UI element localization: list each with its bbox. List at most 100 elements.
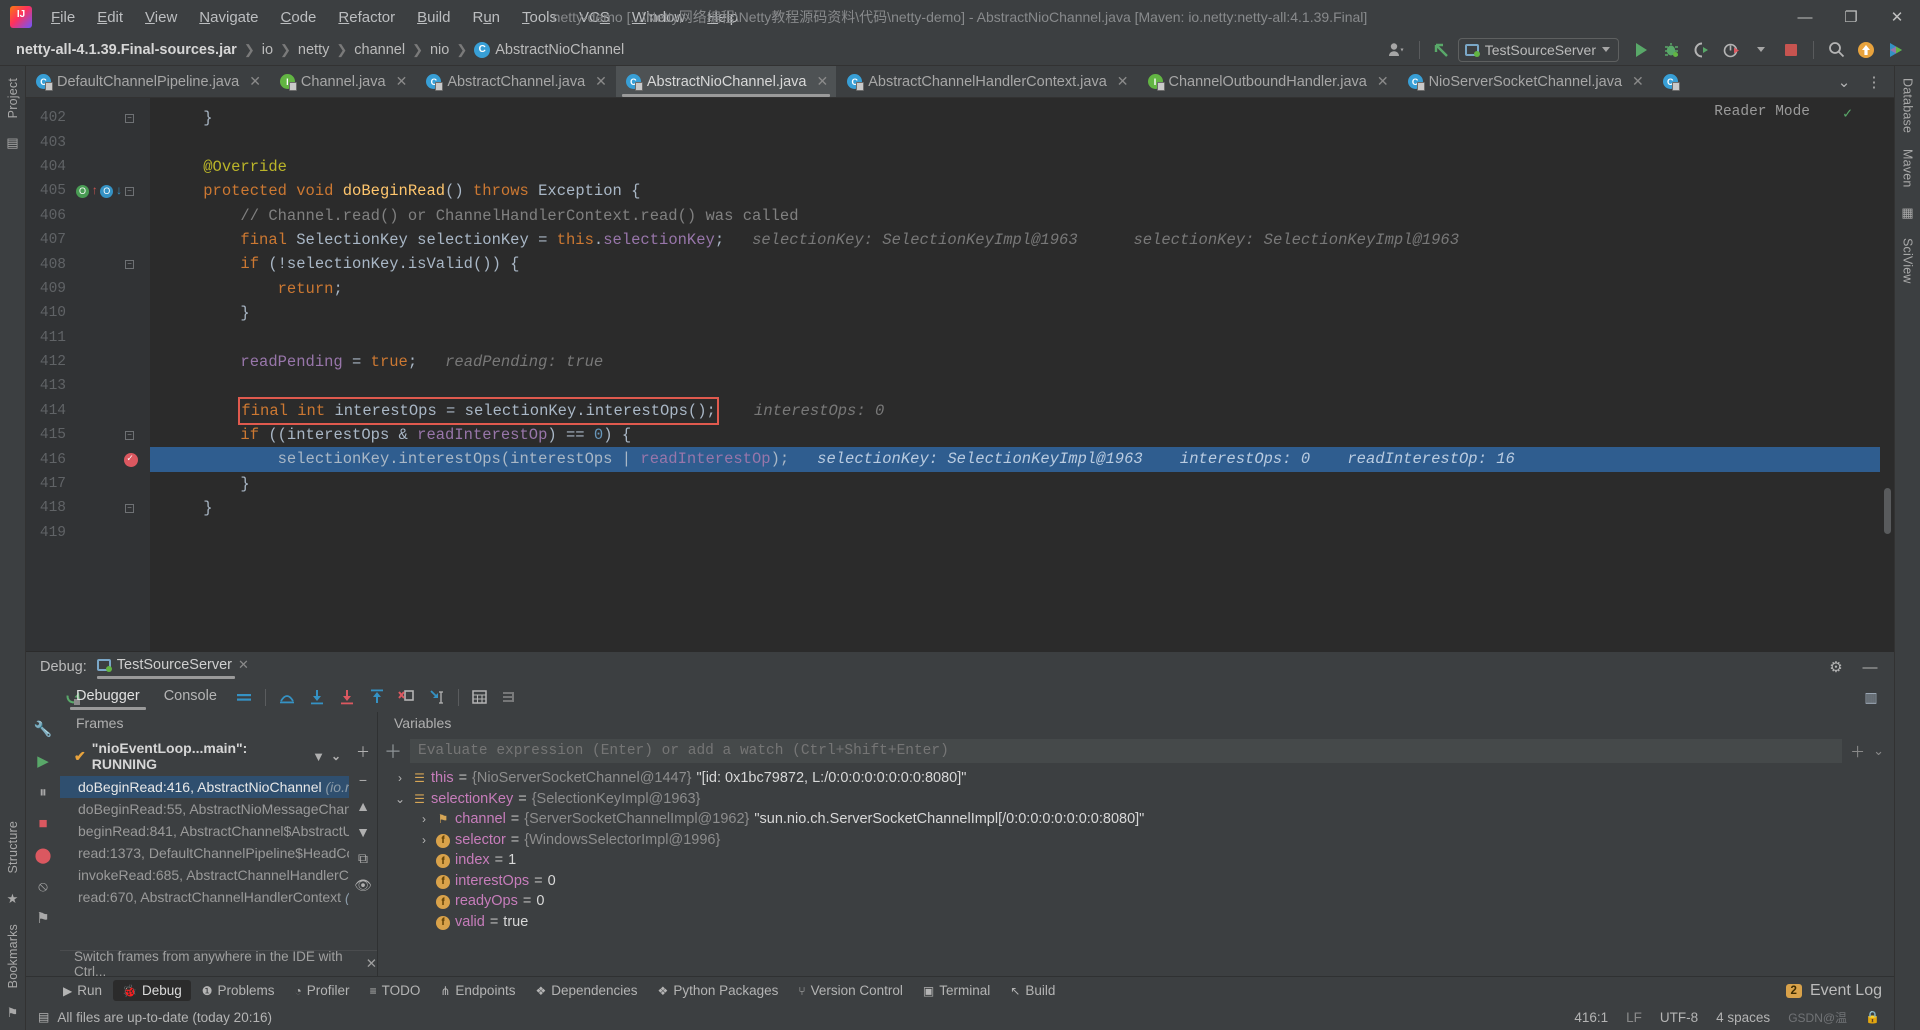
user-account-icon[interactable]	[1383, 37, 1411, 63]
variables-list[interactable]: › ☰ this = {NioServerSocketChannel@1447} "[id…	[378, 766, 1894, 976]
gutter-row[interactable]: 415 −	[26, 423, 150, 447]
breadcrumb-root[interactable]: netty-all-4.1.39.Final-sources.jar	[12, 40, 241, 60]
variable-row[interactable]: f interestOps = 0	[378, 871, 1894, 892]
code-line[interactable]: }	[150, 496, 1880, 520]
mute-breakpoints-icon[interactable]: ⦸	[38, 878, 48, 895]
chevron-down-icon[interactable]: ⌄	[331, 749, 341, 763]
editor-tab-nioserversocketchannel[interactable]: C NioServerSocketChannel.java ✕	[1398, 66, 1653, 97]
variable-row[interactable]: f readyOps = 0	[378, 891, 1894, 912]
frame-row[interactable]: read:1373, DefaultChannelPipeline$HeadCo…	[60, 842, 349, 864]
breadcrumb-item-io[interactable]: io	[258, 40, 277, 60]
editor-tab-abstractchannelhandlercontext[interactable]: C AbstractChannelHandlerContext.java ✕	[837, 66, 1138, 97]
event-log-button[interactable]: Event Log	[1810, 982, 1882, 1000]
evaluate-expression-icon[interactable]	[467, 685, 493, 709]
close-icon[interactable]: ✕	[396, 73, 408, 90]
updates-icon[interactable]	[1852, 37, 1880, 63]
gutter-row[interactable]: 406	[26, 204, 150, 228]
menu-help[interactable]: Help	[696, 5, 749, 30]
chevron-down-icon[interactable]: ⌄	[1873, 743, 1884, 759]
breadcrumb-item-class[interactable]: C AbstractNioChannel	[470, 40, 628, 60]
gutter-row[interactable]: 416 ✓	[26, 447, 150, 471]
code-fold-icon[interactable]: −	[125, 260, 134, 270]
attach-icon[interactable]: ⚑	[36, 909, 49, 927]
watch-icon[interactable]: 👁	[354, 877, 372, 894]
toolwindow-button-endpoints[interactable]: ⋔ Endpoints	[431, 980, 524, 1001]
gutter-row[interactable]: 410	[26, 301, 150, 325]
editor-tab-channel[interactable]: I Channel.java ✕	[270, 66, 417, 97]
close-icon[interactable]: ✕	[238, 657, 249, 673]
more-options-icon[interactable]: ⋮	[1860, 69, 1888, 95]
breakpoint-icon[interactable]: ✓	[124, 452, 138, 467]
frame-row[interactable]: doBeginRead:55, AbstractNioMessageChanne	[60, 798, 349, 820]
frame-row[interactable]: invokeRead:685, AbstractChannelHandlerCo…	[60, 864, 349, 886]
expand-arrow-icon[interactable]: ›	[417, 812, 431, 826]
code-line[interactable]	[150, 521, 1880, 545]
encoding[interactable]: UTF-8	[1660, 1010, 1698, 1025]
breadcrumb-item-nio[interactable]: nio	[426, 40, 453, 60]
toolwindow-button-terminal[interactable]: ▣ Terminal	[914, 980, 999, 1001]
menu-run[interactable]: Run	[461, 5, 511, 30]
debug-session-tab[interactable]: TestSourceServer ✕	[96, 657, 249, 679]
copy-icon[interactable]: ⧉	[358, 850, 368, 867]
pause-program-icon[interactable]: ⏸	[39, 784, 47, 801]
move-up-icon[interactable]: ▲	[356, 798, 370, 814]
implementing-method-icon[interactable]: O	[76, 184, 89, 198]
menu-code[interactable]: Code	[270, 5, 328, 30]
editor-tab-defaultchannelpipeline[interactable]: C DefaultChannelPipeline.java ✕	[26, 66, 270, 97]
gutter-row[interactable]: 402 −	[26, 106, 150, 130]
gutter-row[interactable]: 412	[26, 350, 150, 374]
code-line[interactable]: if ((interestOps & readInterestOp) == 0)…	[150, 423, 1880, 447]
gutter-row[interactable]: 404	[26, 155, 150, 179]
editor-scrollbar[interactable]	[1880, 98, 1894, 651]
frames-list[interactable]: ✔ "nioEventLoop...main": RUNNING ▼ ⌄ doBegin…	[60, 736, 349, 950]
code-editor[interactable]: 402−403 404 405 O ↑ O ↓ −406 407 408−409 410 411 412…	[26, 98, 1894, 651]
add-icon[interactable]: ＋	[1850, 741, 1865, 762]
run-button[interactable]	[1627, 37, 1655, 63]
show-execution-point-icon[interactable]	[231, 685, 257, 709]
code-line[interactable]: }	[150, 106, 1880, 130]
toolwindow-button-profiler[interactable]: ◔ Profiler	[286, 980, 359, 1001]
toolwindow-button-version-control[interactable]: ⑂ Version Control	[789, 980, 912, 1001]
plugin-icon[interactable]	[1882, 37, 1910, 63]
gutter-row[interactable]: 403	[26, 130, 150, 154]
code-line[interactable]	[150, 326, 1880, 350]
code-fold-icon[interactable]: −	[125, 186, 134, 196]
gutter-row[interactable]: 405 O ↑ O ↓ −	[26, 179, 150, 203]
close-icon[interactable]: ✕	[816, 73, 828, 90]
code-line[interactable]: if (!selectionKey.isValid()) {	[150, 252, 1880, 276]
sidebar-item-bookmarks[interactable]: Bookmarks	[6, 916, 20, 996]
menu-window[interactable]: Window	[621, 5, 696, 30]
close-button[interactable]: ✕	[1874, 0, 1920, 34]
editor-gutter[interactable]: 402−403 404 405 O ↑ O ↓ −406 407 408−409 410 411 412…	[26, 98, 150, 651]
code-fold-icon[interactable]: −	[125, 113, 134, 123]
force-step-into-icon[interactable]	[334, 685, 360, 709]
search-everywhere-icon[interactable]	[1822, 37, 1850, 63]
drop-frame-icon[interactable]	[394, 685, 420, 709]
pin-icon[interactable]: ⚑	[7, 1005, 19, 1021]
menu-refactor[interactable]: Refactor	[327, 5, 406, 30]
favorites-icon[interactable]: ★	[7, 891, 19, 907]
expand-arrow-icon[interactable]: ›	[417, 833, 431, 847]
debug-button[interactable]	[1657, 37, 1685, 63]
gutter-row[interactable]: 411	[26, 326, 150, 350]
settings-icon[interactable]: ▥	[1858, 685, 1884, 709]
line-separator[interactable]: LF	[1626, 1010, 1642, 1025]
profiler-icon[interactable]	[1717, 37, 1745, 63]
code-line[interactable]	[150, 374, 1880, 398]
maximize-button[interactable]: ❐	[1828, 0, 1874, 34]
commit-icon[interactable]: ▤	[6, 135, 18, 151]
toolwindow-button-build[interactable]: ↖ Build	[1001, 980, 1064, 1001]
gutter-row[interactable]: 417	[26, 472, 150, 496]
sidebar-item-project[interactable]: Project	[6, 70, 20, 126]
indent-setting[interactable]: 4 spaces	[1716, 1010, 1770, 1025]
gutter-row[interactable]: 407	[26, 228, 150, 252]
sidebar-item-sciview[interactable]: SciView	[1901, 230, 1915, 292]
gutter-row[interactable]: 414	[26, 399, 150, 423]
editor-tab-abstractniochannel[interactable]: C AbstractNioChannel.java ✕	[615, 66, 838, 97]
remove-frame-icon[interactable]: −	[359, 772, 367, 788]
code-line[interactable]: protected void doBeginRead() throws Exce…	[150, 179, 1880, 203]
resume-program-icon[interactable]: ▶	[37, 752, 49, 770]
frame-row[interactable]: beginRead:841, AbstractChannel$AbstractU…	[60, 820, 349, 842]
minimize-button[interactable]: —	[1782, 0, 1828, 34]
profiler-dropdown-icon[interactable]	[1747, 37, 1775, 63]
